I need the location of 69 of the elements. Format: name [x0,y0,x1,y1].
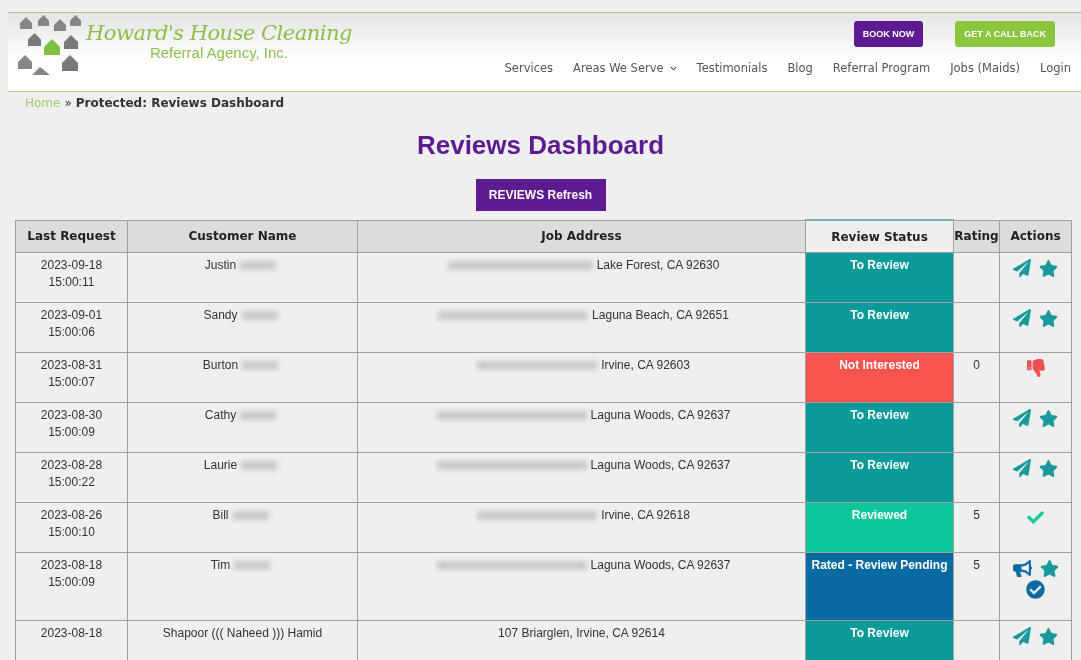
customer-name: Bill [212,508,229,522]
breadcrumb-separator: » [64,96,72,112]
table-cell: 2023-08-18 [15,620,128,660]
status-cell: Rated - Review Pending [805,552,954,621]
column-header: Review Status [805,220,954,253]
table-cell: 0 [953,352,1000,403]
check-icon[interactable] [1027,509,1044,526]
nav-link[interactable]: Login [1039,61,1071,75]
paper-plane-icon[interactable] [1013,409,1031,427]
nav-link[interactable]: Jobs (Maids) [950,61,1020,75]
customer-name: Cathy [204,408,237,422]
table-cell: 2023-09-18 15:00:11 [15,252,128,303]
column-header: Last Request [15,220,128,253]
customer-name: Justin [204,258,237,272]
job-address: Laguna Woods, CA 92637 [590,558,731,572]
megaphone-icon[interactable] [1012,559,1032,578]
status-cell: To Review [805,302,954,353]
job-address: Laguna Woods, CA 92637 [590,408,731,422]
customer-name: Sandy [203,308,238,322]
table-cell: 2023-08-30 15:00:09 [15,402,128,453]
paper-plane-icon[interactable] [1013,259,1031,277]
job-address: Lake Forest, CA 92630 [596,258,720,272]
star-icon[interactable] [1039,627,1058,646]
star-icon[interactable] [1039,559,1059,578]
star-icon[interactable] [1039,259,1058,278]
job-address: Irvine, CA 92618 [601,508,690,522]
nav-link[interactable]: Testimonials [696,61,768,75]
logo-houses-icon [18,15,84,75]
paper-plane-icon[interactable] [1013,309,1031,327]
page-title: Reviews Dashboard [415,130,666,160]
status-cell: To Review [805,402,954,453]
nav-link[interactable]: Referral Program [832,61,931,75]
star-icon[interactable] [1039,309,1058,328]
status-cell: To Review [805,452,954,503]
paper-plane-icon[interactable] [1013,459,1031,477]
thumbs-down-icon[interactable] [1026,359,1045,377]
customer-name: Burton [202,358,239,372]
table-cell: 2023-08-26 15:00:10 [15,502,128,553]
nav-link[interactable]: Blog [787,61,813,75]
column-header: Job Address [357,220,806,253]
refresh-button[interactable]: REVIEWS Refresh [475,179,606,211]
star-icon[interactable] [1039,409,1058,428]
table-cell: 2023-08-28 15:00:22 [15,452,128,503]
column-header: Customer Name [127,220,358,253]
logo-subtitle: Referral Agency, Inc. [149,45,289,61]
status-cell: To Review [805,252,954,303]
star-icon[interactable] [1039,459,1058,478]
job-address: Irvine, CA 92603 [601,358,690,372]
status-cell: Reviewed [805,502,954,553]
job-address: Laguna Beach, CA 92651 [592,308,729,322]
customer-name: Tim [210,558,231,572]
column-header: Rating [953,220,1000,253]
table-cell: 2023-09-01 15:00:06 [15,302,128,353]
breadcrumb-current: Protected: Reviews Dashboard [75,96,285,112]
customer-name: Shapoor ((( Naheed ))) Hamid [162,626,323,640]
nav-link[interactable]: Services [504,61,554,75]
table-cell: 5 [953,502,1000,553]
job-address: 107 Briarglen, Irvine, CA 92614 [498,626,665,640]
status-cell: To Review [805,620,954,660]
nav-link[interactable]: Areas We Serve [573,61,677,75]
job-address: Laguna Woods, CA 92637 [590,458,731,472]
table-cell: 5 [953,552,1000,621]
paper-plane-icon[interactable] [1013,627,1031,645]
status-cell: Not Interested [805,352,954,403]
column-header: Actions [999,220,1072,253]
book-button[interactable]: BOOK NOW [853,21,924,47]
table-cell: 2023-08-31 15:00:07 [15,352,128,403]
customer-name: Laurie [203,458,238,472]
table-cell: 2023-08-18 15:00:09 [15,552,128,621]
